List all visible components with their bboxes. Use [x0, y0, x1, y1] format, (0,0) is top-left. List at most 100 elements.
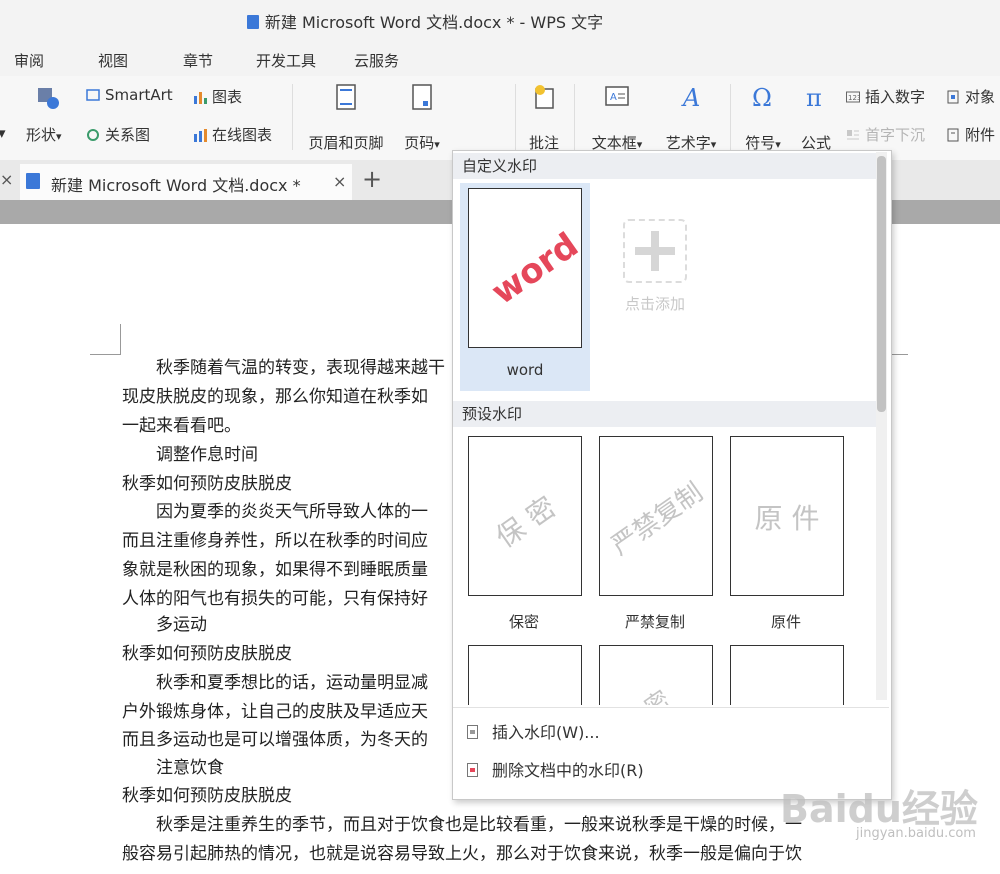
preset-watermark-original[interactable]: 原 件 — [730, 436, 844, 596]
insert-watermark-action[interactable]: 插入水印(W)... — [467, 719, 600, 743]
page-number-icon — [412, 84, 432, 110]
preset-watermark-header: 预设水印 — [453, 401, 877, 427]
preset-watermark-text: 原 件 — [754, 502, 820, 535]
wordart-button[interactable]: A 艺术字▾ — [656, 84, 726, 154]
document-line: 一起来看看吧。 — [122, 416, 241, 436]
pi-icon: π — [806, 84, 822, 110]
shape-label: 形状 — [26, 126, 57, 144]
omega-icon: Ω — [752, 84, 772, 110]
svg-text:A: A — [610, 92, 617, 103]
document-line: 秋季和夏季想比的话，运动量明显减 — [122, 673, 428, 693]
custom-watermark-preview: word — [468, 188, 582, 348]
menu-developer-tools[interactable]: 开发工具 — [256, 50, 316, 71]
menu-divider — [453, 707, 889, 708]
insert-number-label: 插入数字 — [865, 88, 926, 106]
relation-chart-button[interactable]: 关系图 — [86, 124, 150, 145]
document-line: 多运动 — [122, 615, 207, 635]
preset-watermark-row-partial: 密 — [453, 643, 877, 705]
shape-caret: ▾ — [56, 130, 62, 143]
symbol-button[interactable]: Ω 符号▾ — [736, 84, 790, 154]
preset-watermark-no-copy[interactable]: 严禁复制 — [599, 436, 713, 596]
custom-watermark-text: word — [484, 225, 582, 313]
new-tab-icon[interactable]: + — [362, 165, 382, 193]
preset-watermark-partial[interactable] — [730, 645, 844, 705]
ribbon-separator — [515, 84, 516, 150]
add-watermark-label[interactable]: 点击添加 — [603, 293, 707, 314]
document-line: 秋季是注重养生的季节，而且对于饮食也是比较看重，一般来说秋季是干燥的时候，一 — [122, 815, 802, 835]
prev-tab-close-icon[interactable]: × — [0, 170, 13, 189]
drop-cap-label: 首字下沉 — [865, 126, 926, 144]
attachment-icon — [946, 128, 960, 142]
window-title-text: 新建 Microsoft Word 文档.docx * - WPS 文字 — [264, 13, 604, 32]
number-icon: 123 — [846, 90, 861, 104]
menu-cloud-service[interactable]: 云服务 — [354, 50, 399, 71]
relation-chart-label: 关系图 — [105, 126, 151, 144]
custom-watermark-label: word — [506, 361, 544, 379]
dropdown-scrollbar[interactable] — [876, 152, 887, 700]
dropdown-scroll-thumb[interactable] — [877, 156, 886, 412]
chart-icon — [193, 90, 207, 104]
object-label: 对象 — [965, 88, 996, 106]
drop-cap-icon — [846, 128, 860, 142]
preset-watermark-partial[interactable] — [468, 645, 582, 705]
preset-watermark-partial[interactable]: 密 — [599, 645, 713, 705]
shape-button[interactable]: 形状▾ — [26, 124, 62, 145]
menu-view[interactable]: 视图 — [98, 50, 128, 71]
svg-text:π: π — [806, 84, 822, 110]
relation-chart-icon — [86, 128, 100, 142]
document-line: 秋季如何预防皮肤脱皮 — [122, 786, 292, 806]
smartart-icon — [86, 88, 100, 102]
attachment-label: 附件 — [965, 126, 996, 144]
document-line: 而且注重修身养性，所以在秋季的时间应 — [122, 531, 428, 551]
ribbon-separator — [730, 84, 731, 150]
textbox-button[interactable]: A 文本框▾ — [582, 84, 652, 154]
document-tab-label: 新建 Microsoft Word 文档.docx * — [51, 176, 301, 195]
preset-watermark-text: 严禁复制 — [606, 477, 709, 562]
menu-review[interactable]: 审阅 — [14, 50, 44, 71]
document-line: 秋季如何预防皮肤脱皮 — [122, 474, 292, 494]
shape-icon — [36, 86, 62, 114]
custom-watermark-item[interactable]: word word — [460, 183, 590, 391]
plus-icon — [635, 231, 675, 271]
preset-watermark-confidential[interactable]: 保 密 — [468, 436, 582, 596]
svg-text:A: A — [681, 84, 700, 110]
attachment-button[interactable]: 附件 — [946, 124, 995, 145]
preset-watermark-text: 保 密 — [489, 490, 562, 555]
add-watermark-button[interactable] — [623, 219, 687, 283]
menu-chapter[interactable]: 章节 — [183, 50, 213, 71]
header-footer-button[interactable]: 页眉和页脚 — [300, 84, 392, 154]
insert-watermark-icon — [467, 724, 478, 739]
document-line: 注意饮食 — [122, 758, 224, 778]
textbox-icon: A — [605, 86, 629, 106]
preset-watermark-label: 严禁复制 — [624, 613, 685, 631]
ribbon-separator — [574, 84, 575, 150]
delete-watermark-action[interactable]: 删除文档中的水印(R) — [467, 757, 644, 781]
page-number-label: 页码▾ — [396, 132, 448, 153]
tab-close-icon[interactable]: × — [333, 172, 346, 191]
window-title: 新建 Microsoft Word 文档.docx * - WPS 文字 — [0, 9, 850, 33]
online-chart-button[interactable]: 在线图表 — [193, 124, 272, 145]
comment-button[interactable]: 批注 — [522, 84, 566, 154]
word-doc-icon — [26, 173, 40, 189]
drop-cap-button[interactable]: 首字下沉 — [846, 124, 925, 145]
delete-watermark-icon — [467, 762, 478, 777]
preset-watermark-text: 密 — [639, 685, 676, 705]
chart-label: 图表 — [212, 88, 243, 106]
ribbon-caret-left[interactable]: ▾ — [0, 124, 6, 142]
chart-button[interactable]: 图表 — [193, 86, 242, 107]
preset-watermark-label: 原件 — [770, 613, 801, 631]
smartart-button[interactable]: SmartArt — [86, 86, 173, 104]
document-tab[interactable]: 新建 Microsoft Word 文档.docx * × — [20, 164, 352, 202]
document-line: 人体的阳气也有损失的可能，只有保持好 — [122, 589, 428, 609]
document-line: 调整作息时间 — [122, 445, 258, 465]
document-line: 般容易引起肺热的情况，也就是说容易导致上火，那么对于饮食来说，秋季一般是偏向于饮 — [122, 844, 802, 864]
page-number-text: 页码 — [404, 134, 435, 152]
menu-bar: 审阅 视图 章节 开发工具 云服务 — [0, 40, 1000, 76]
margin-corner-mark — [120, 324, 121, 354]
formula-button[interactable]: π 公式 — [794, 84, 838, 154]
page-number-caret: ▾ — [434, 138, 440, 151]
page-number-button[interactable]: 页码▾ — [396, 84, 448, 154]
insert-number-button[interactable]: 123 插入数字 — [846, 86, 925, 107]
document-line: 秋季随着气温的转变，表现得越来越干 — [122, 358, 445, 378]
object-button[interactable]: 对象 — [946, 86, 995, 107]
